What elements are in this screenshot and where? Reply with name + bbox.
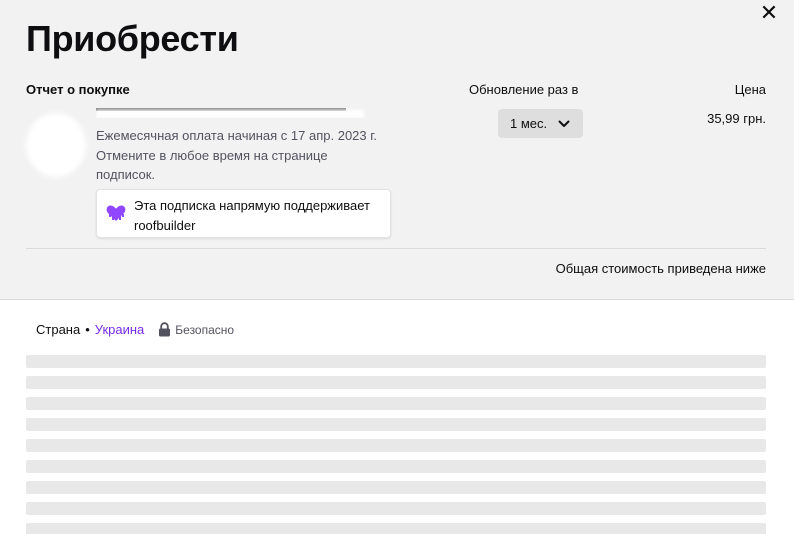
item-title-redacted — [96, 108, 366, 118]
skeleton-line — [26, 439, 766, 452]
skeleton-line — [26, 502, 766, 515]
renew-period-value: 1 мес. — [510, 116, 548, 131]
skeleton-line — [26, 523, 766, 534]
renew-period-select[interactable]: 1 мес. — [498, 109, 583, 138]
country-row: Страна • Украина Безопасно — [36, 322, 234, 337]
summary-heading: Отчет о покупке — [26, 82, 130, 97]
close-icon[interactable]: ✕ — [758, 2, 780, 24]
skeleton-line — [26, 355, 766, 368]
page-title: Приобрести — [26, 18, 239, 59]
item-price: 35,99 грн. — [707, 111, 766, 126]
separator-dot: • — [85, 322, 90, 337]
chevron-down-icon — [558, 120, 570, 127]
item-description: Ежемесячная оплата начиная с 17 апр. 202… — [96, 128, 378, 182]
avatar — [26, 113, 86, 177]
price-heading: Цена — [734, 82, 766, 97]
skeleton-line — [26, 397, 766, 410]
purple-heart-icon — [106, 205, 126, 221]
renew-heading: Обновление раз в — [469, 82, 579, 97]
support-card: Эта подписка напрямую поддерживает roofb… — [96, 189, 391, 238]
loading-placeholder — [26, 355, 766, 534]
skeleton-line — [26, 418, 766, 431]
skeleton-line — [26, 481, 766, 494]
total-note: Общая стоимость приведена ниже — [555, 261, 766, 276]
divider — [26, 248, 766, 249]
lock-icon — [159, 322, 171, 337]
support-text: Эта подписка напрямую поддерживает roofb… — [134, 198, 371, 233]
skeleton-line — [26, 376, 766, 389]
secure-label: Безопасно — [175, 322, 235, 337]
country-link[interactable]: Украина — [95, 322, 145, 337]
country-label: Страна — [36, 322, 81, 337]
skeleton-line — [26, 460, 766, 473]
purchase-summary-panel: ✕ Приобрести Отчет о покупке Обновление … — [0, 0, 794, 300]
